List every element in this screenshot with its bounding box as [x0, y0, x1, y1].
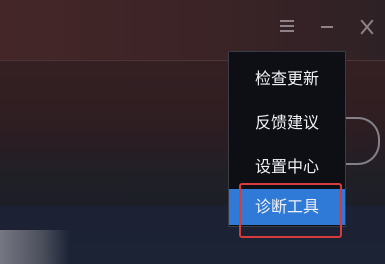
menu-item-settings[interactable]: 设置中心	[229, 148, 345, 186]
hamburger-icon	[280, 20, 294, 32]
minimize-button[interactable]	[316, 16, 338, 38]
bottom-light-glow	[0, 230, 70, 264]
minimize-icon	[321, 26, 333, 28]
close-icon	[360, 18, 374, 36]
selection-highlight-box	[239, 183, 342, 238]
close-button[interactable]	[356, 16, 378, 38]
menu-item-feedback[interactable]: 反馈建议	[229, 104, 345, 142]
menu-button[interactable]	[276, 16, 298, 38]
menu-item-check-update[interactable]: 检查更新	[229, 60, 345, 98]
